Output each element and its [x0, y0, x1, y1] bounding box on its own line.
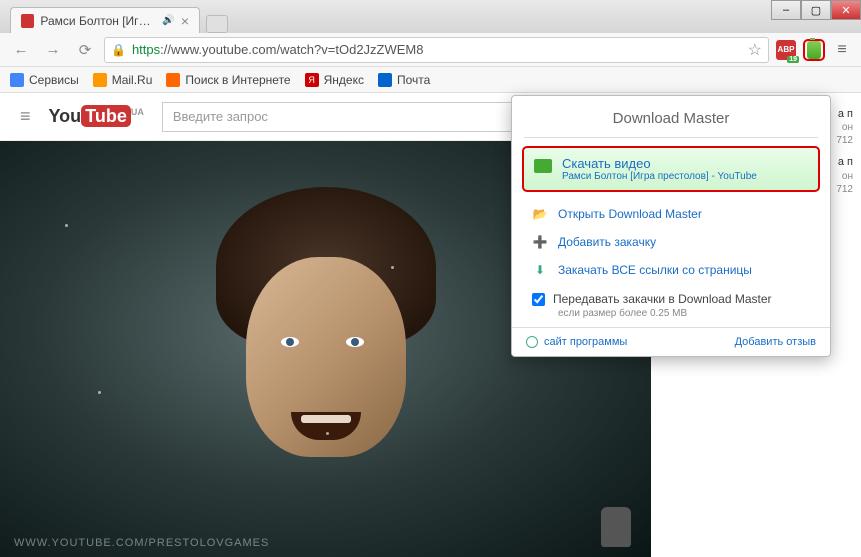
back-button[interactable]: ← [8, 37, 34, 63]
lock-icon: 🔒 [111, 43, 126, 57]
new-tab-button[interactable] [206, 15, 228, 33]
add-icon: ➕ [532, 234, 548, 250]
popup-item-label: Закачать ВСЕ ссылки со страницы [558, 263, 752, 277]
logo-region: UA [131, 107, 144, 117]
abp-extension-icon[interactable]: ABP 19 [775, 39, 797, 61]
bookmark-search[interactable]: Поиск в Интернете [166, 73, 290, 87]
bookmark-label: Поиск в Интернете [185, 73, 290, 87]
download-video-label: Скачать видео [562, 156, 757, 171]
add-download-button[interactable]: ➕ Добавить закачку [512, 228, 830, 256]
popup-item-label: Открыть Download Master [558, 207, 702, 221]
checkbox-label: Передавать закачки в Download Master [553, 292, 772, 306]
abp-count-badge: 19 [787, 56, 799, 63]
logo-tube: Tube [81, 105, 131, 127]
bookmarks-bar: Сервисы Mail.Ru Поиск в Интернете ЯЯндек… [0, 67, 861, 93]
bookmark-label: Яндекс [324, 73, 364, 87]
popup-title: Download Master [512, 96, 830, 137]
window-minimize-button[interactable]: – [771, 0, 801, 20]
address-bar: ← → ⟳ 🔒 https://www.youtube.com/watch?v=… [0, 33, 861, 67]
checkbox-input[interactable] [532, 293, 545, 306]
youtube-search-input[interactable]: Введите запрос [162, 102, 512, 132]
open-dm-button[interactable]: 📂 Открыть Download Master [512, 200, 830, 228]
url-input[interactable]: 🔒 https://www.youtube.com/watch?v=tOd2Jz… [104, 37, 769, 63]
tv-download-icon [534, 159, 552, 173]
youtube-logo[interactable]: YouTubeUA [49, 106, 144, 127]
bookmark-apps[interactable]: Сервисы [10, 73, 79, 87]
bookmark-mailru[interactable]: Mail.Ru [93, 73, 153, 87]
footer-link-label: сайт программы [544, 336, 627, 348]
bookmark-star-icon[interactable]: ☆ [748, 40, 762, 60]
chrome-menu-button[interactable]: ≡ [831, 39, 853, 61]
download-all-icon: ⬇ [532, 262, 548, 278]
checkbox-sublabel: если размер более 0.25 MB [512, 308, 830, 327]
browser-tab[interactable]: Рамси Болтон [Игра п 🔊 × [10, 7, 200, 33]
bookmark-label: Почта [397, 73, 430, 87]
window-close-button[interactable]: ✕ [831, 0, 861, 20]
bookmark-yandex[interactable]: ЯЯндекс [305, 73, 364, 87]
globe-icon [526, 336, 538, 348]
program-site-link[interactable]: сайт программы [526, 336, 627, 348]
bookmark-label: Mail.Ru [112, 73, 153, 87]
popup-item-label: Добавить закачку [558, 235, 656, 249]
bookmark-pochta[interactable]: Почта [378, 73, 430, 87]
reload-button[interactable]: ⟳ [72, 37, 98, 63]
tab-close-button[interactable]: × [181, 13, 189, 29]
forward-downloads-checkbox[interactable]: Передавать закачки в Download Master [512, 284, 830, 308]
video-overlay-icon [601, 507, 631, 547]
abp-label: ABP [778, 45, 795, 54]
download-all-button[interactable]: ⬇ Закачать ВСЕ ссылки со страницы [512, 256, 830, 284]
divider [524, 137, 818, 138]
tab-title: Рамси Болтон [Игра п [40, 14, 156, 28]
download-video-subtitle: Рамси Болтон [Игра престолов] - YouTube [562, 171, 757, 182]
add-review-link[interactable]: Добавить отзыв [735, 336, 816, 348]
url-path: ://www.youtube.com/watch?v=tOd2JzZWEM8 [160, 42, 423, 57]
tab-favicon-icon [21, 14, 34, 28]
tab-strip: Рамси Болтон [Игра п 🔊 × [0, 0, 861, 33]
download-video-button[interactable]: Скачать видео Рамси Болтон [Игра престол… [522, 146, 820, 192]
window-maximize-button[interactable]: ▢ [801, 0, 831, 20]
forward-button[interactable]: → [40, 37, 66, 63]
logo-you: You [49, 106, 82, 126]
url-scheme: https [132, 42, 160, 57]
tab-audio-icon[interactable]: 🔊 [162, 15, 174, 26]
hamburger-menu-icon[interactable]: ≡ [20, 106, 31, 127]
open-icon: 📂 [532, 206, 548, 222]
download-master-extension-icon[interactable] [803, 39, 825, 61]
video-watermark: WWW.YOUTUBE.COM/PRESTOLOVGAMES [14, 537, 269, 549]
download-master-popup: Download Master Скачать видео Рамси Болт… [511, 95, 831, 357]
bookmark-label: Сервисы [29, 73, 79, 87]
